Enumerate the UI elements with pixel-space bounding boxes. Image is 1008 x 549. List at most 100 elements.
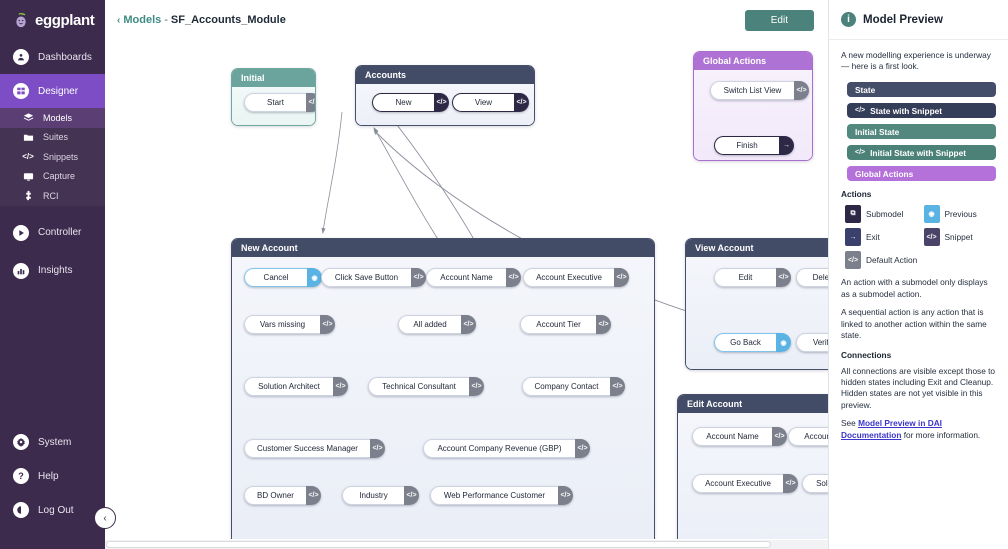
- sidebar-collapse-button[interactable]: ‹: [94, 507, 116, 529]
- sidebar-item-help[interactable]: ? Help: [0, 459, 105, 493]
- action-label: Verify Account Details: [796, 333, 828, 352]
- action-label: Customer Success Manager: [244, 439, 370, 458]
- action-pill[interactable]: Delete Account</>: [796, 268, 828, 287]
- state-title: Global Actions: [694, 52, 812, 70]
- sidebar-item-dashboards[interactable]: Dashboards: [0, 40, 105, 74]
- sidebar-item-label-controller: Controller: [38, 227, 82, 238]
- action-pill[interactable]: Solution Architect</>: [244, 377, 348, 396]
- action-pill[interactable]: New </>: [372, 93, 449, 112]
- breadcrumb-models-link[interactable]: Models: [123, 14, 161, 26]
- action-label: Start: [244, 93, 306, 112]
- sidebar-item-logout[interactable]: Log Out: [0, 493, 105, 527]
- action-pill[interactable]: Vars missing </>: [244, 315, 335, 334]
- sidebar-item-system[interactable]: System: [0, 425, 105, 459]
- action-pill[interactable]: BD Owner </>: [244, 486, 321, 505]
- snippet-icon: </>: [461, 315, 476, 334]
- sidebar-item-controller[interactable]: Controller: [0, 216, 105, 250]
- action-pill[interactable]: Account Executive </>: [523, 268, 629, 287]
- action-label: Company Contact: [522, 377, 610, 396]
- state-title: Edit Account: [678, 395, 828, 413]
- models-icon: [22, 112, 34, 124]
- action-legend-label: Submodel: [866, 209, 904, 220]
- action-pill[interactable]: Account Tier</>: [788, 427, 828, 446]
- action-pill[interactable]: View </>: [452, 93, 529, 112]
- action-label: Go Back: [714, 333, 776, 352]
- sidebar-item-models[interactable]: Models: [0, 108, 105, 128]
- state-global-actions[interactable]: Global Actions Switch List View </> Finish →: [693, 51, 813, 161]
- action-pill[interactable]: Account Executive </>: [692, 474, 798, 493]
- action-pill[interactable]: Edit </>: [714, 268, 791, 287]
- brand-logo[interactable]: eggplant: [0, 0, 105, 40]
- action-pill[interactable]: Switch List View </>: [710, 81, 809, 100]
- model-canvas[interactable]: InitialStart</>AccountsNew</>View</>Glob…: [105, 40, 828, 539]
- action-pill[interactable]: Web Performance Customer </>: [430, 486, 573, 505]
- horizontal-scrollbar[interactable]: [105, 540, 828, 549]
- monitor-icon: [22, 170, 34, 182]
- preview-title: Model Preview: [863, 13, 943, 26]
- back-chevron-icon[interactable]: ‹: [117, 15, 120, 26]
- brand-name: eggplant: [35, 11, 95, 29]
- action-pill[interactable]: Solution Architect</>: [802, 474, 828, 493]
- action-label: Account Tier: [788, 427, 828, 446]
- state-view-account[interactable]: View Account Edit</> Delete Account</> Go B…: [685, 238, 828, 370]
- legend-bar: State: [847, 82, 996, 98]
- action-label: Account Name: [426, 268, 506, 287]
- scrollbar-thumb[interactable]: [106, 541, 772, 548]
- action-label: New: [372, 93, 434, 112]
- action-pill[interactable]: Industry </>: [342, 486, 419, 505]
- action-pill[interactable]: Finish →: [714, 136, 794, 155]
- sidebar-item-capture[interactable]: Capture: [0, 167, 105, 187]
- sidebar-item-rci[interactable]: RCI: [0, 186, 105, 206]
- state-body: New </> View </>: [356, 84, 534, 125]
- page-title: SF_Accounts_Module: [170, 14, 286, 26]
- action-pill[interactable]: Account Tier</>: [520, 315, 611, 334]
- action-pill[interactable]: Account Name </>: [692, 427, 787, 446]
- state-title: View Account: [686, 239, 828, 257]
- action-pill[interactable]: Account Company Revenue (GBP) </>: [423, 439, 590, 458]
- action-legend-item: → Exit: [845, 228, 918, 247]
- legend-bar-label: State: [855, 84, 876, 95]
- action-pill[interactable]: Click Save Button </>: [321, 268, 426, 287]
- snippet-icon: </>: [306, 486, 321, 505]
- folder-icon: [22, 131, 34, 143]
- sidebar-item-label-system: System: [38, 436, 72, 448]
- sidebar-item-suites[interactable]: Suites: [0, 128, 105, 148]
- see-prefix: See: [841, 418, 859, 429]
- eggplant-logo-icon: [13, 12, 29, 28]
- action-pill[interactable]: Customer Success Manager </>: [244, 439, 385, 458]
- action-label: Solution Architect: [244, 377, 333, 396]
- edit-button[interactable]: Edit: [744, 9, 814, 31]
- state-body: Edit</> Delete Account</> Go Back◉ Verify A…: [686, 257, 828, 369]
- state-accounts[interactable]: Accounts New </> View </>: [355, 65, 535, 126]
- state-edit-account[interactable]: Edit Account Account Name</>Account Tier<…: [677, 394, 828, 539]
- sidebar-item-label-designer: Designer: [38, 85, 79, 97]
- sidebar-item-snippets[interactable]: </> Snippets: [0, 147, 105, 167]
- state-title: Accounts: [356, 66, 534, 84]
- state-new-account[interactable]: New Account Cancel ◉ Click Save Button </> Ac…: [231, 238, 655, 539]
- state-initial[interactable]: Initial Start</>: [231, 68, 316, 126]
- action-label: Vars missing: [244, 315, 320, 334]
- action-pill[interactable]: Company Contact </>: [522, 377, 625, 396]
- sidebar-item-designer[interactable]: Designer: [0, 74, 105, 108]
- snippet-icon: </>: [320, 315, 335, 334]
- action-label: Delete Account: [796, 268, 828, 287]
- logout-icon: [13, 502, 29, 518]
- sidebar-item-label-dashboards: Dashboards: [38, 51, 92, 63]
- legend-bar-label: Initial State: [855, 126, 900, 137]
- action-pill[interactable]: Verify Account Details</>: [796, 333, 828, 352]
- action-pill[interactable]: Technical Consultant </>: [368, 377, 484, 396]
- action-pill[interactable]: Cancel ◉: [244, 268, 322, 287]
- action-pill[interactable]: Account Name </>: [426, 268, 521, 287]
- sidebar-item-label-suites: Suites: [43, 132, 69, 143]
- action-label: Switch List View: [710, 81, 794, 100]
- connections-text: All connections are visible except those…: [841, 365, 996, 410]
- action-pill[interactable]: Go Back ◉: [714, 333, 791, 352]
- action-pill[interactable]: Start</>: [244, 93, 315, 112]
- state-title: Initial: [232, 69, 315, 87]
- controller-icon: [13, 224, 29, 241]
- sidebar-item-insights[interactable]: Insights: [0, 254, 105, 288]
- submodel-icon: ⧉: [845, 205, 861, 224]
- action-label: Finish: [714, 136, 779, 155]
- preview-body: A new modelling experience is underway —…: [829, 40, 1008, 441]
- action-pill[interactable]: All added </>: [398, 315, 476, 334]
